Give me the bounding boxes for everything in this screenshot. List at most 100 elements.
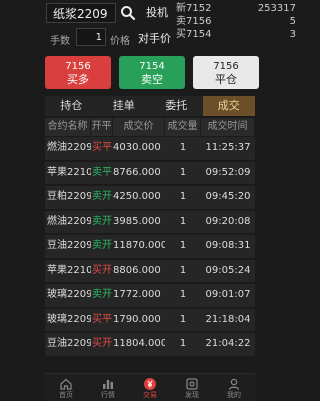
row-action: 买平 — [92, 142, 112, 153]
row-price: 1790.000 — [113, 313, 161, 325]
tab-trades[interactable]: 成交 — [202, 96, 255, 116]
nav-home-label: 首页 — [59, 391, 73, 399]
close-label: 平仓 — [215, 73, 237, 86]
yuan-coin-icon — [144, 378, 156, 390]
order-panel: 纸浆2209 投机 新7152 253317 卖7156 5 买7154 3 手… — [0, 0, 300, 50]
buy-price: 7156 — [65, 61, 91, 72]
row-contract: 豆油2209 — [47, 338, 91, 349]
row-action: 卖开 — [92, 289, 112, 300]
row-time: 09:05:24 — [205, 264, 251, 276]
table-row[interactable]: 豆油2209 买开 11804.000 1 21:04:22 — [45, 333, 255, 356]
row-action: 买开 — [92, 264, 112, 276]
row-action: 买平 — [92, 313, 112, 325]
volume: 253317 — [257, 3, 296, 14]
row-time: 09:01:07 — [205, 289, 251, 300]
row-time: 21:18:04 — [205, 313, 251, 325]
row-contract: 苹果2210 — [47, 166, 91, 178]
bottom-nav: 首页 行情 交易 发现 我的 — [45, 373, 255, 401]
nav-trade[interactable]: 交易 — [129, 374, 171, 401]
sell-label: 卖空 — [141, 73, 163, 86]
row-contract: 玻璃2209 — [47, 313, 91, 325]
bid-label: 买 — [176, 29, 186, 40]
row-time: 21:04:22 — [205, 338, 251, 349]
header-price: 成交价 — [113, 118, 165, 136]
sell-short-button[interactable]: 7154 卖空 — [119, 56, 185, 89]
row-contract: 豆油2209 — [47, 240, 91, 251]
row-time: 11:25:37 — [205, 142, 251, 153]
qty-label: 手数 — [50, 36, 70, 47]
quote-bid-row: 买7154 3 — [176, 28, 296, 41]
contract-input[interactable]: 纸浆2209 — [46, 3, 116, 23]
row-price: 8806.000 — [113, 264, 161, 276]
close-position-button[interactable]: 7156 平仓 — [193, 56, 259, 89]
search-button[interactable] — [118, 3, 138, 23]
row-qty: 1 — [179, 191, 187, 202]
table-row[interactable]: 燃油2209 卖开 3985.000 1 09:20:08 — [45, 210, 255, 233]
buy-long-button[interactable]: 7156 买多 — [45, 56, 111, 89]
nav-home[interactable]: 首页 — [45, 374, 87, 401]
row-action: 卖平 — [92, 166, 112, 178]
tab-orders[interactable]: 委托 — [150, 96, 203, 116]
ask-label: 卖 — [176, 16, 186, 27]
row-price: 11804.000 — [113, 338, 165, 349]
row-contract: 苹果2210 — [47, 264, 91, 276]
close-price: 7156 — [213, 61, 239, 72]
header-contract: 合约名称 — [45, 118, 91, 136]
nav-discover[interactable]: 发现 — [171, 374, 213, 401]
row-price: 3985.000 — [113, 215, 161, 227]
qty-input[interactable]: 1 — [76, 28, 106, 46]
row-qty: 1 — [179, 289, 187, 300]
nav-mine-label: 我的 — [227, 391, 241, 399]
nav-discover-label: 发现 — [185, 391, 199, 399]
row-price: 11870.000 — [113, 240, 165, 251]
tab-bar: 持仓 挂单 委托 成交 — [45, 96, 255, 116]
ask-qty: 5 — [289, 16, 296, 27]
buy-label: 买多 — [67, 73, 89, 86]
row-time: 09:08:31 — [205, 240, 251, 251]
row-price: 4250.000 — [113, 191, 161, 202]
home-icon — [60, 378, 72, 390]
table-row[interactable]: 燃油2209 买平 4030.000 1 11:25:37 — [45, 137, 255, 160]
row-qty: 1 — [179, 338, 187, 349]
price-label: 价格 — [110, 36, 130, 47]
row-contract: 豆粕2209 — [47, 191, 91, 202]
row-price: 4030.000 — [113, 142, 161, 153]
row-time: 09:45:20 — [205, 191, 251, 202]
hedge-type-button[interactable]: 投机 — [142, 3, 172, 23]
table-row[interactable]: 苹果2210 买开 8806.000 1 09:05:24 — [45, 259, 255, 282]
discover-icon — [186, 378, 198, 390]
row-qty: 1 — [179, 166, 187, 178]
nav-market[interactable]: 行情 — [87, 374, 129, 401]
nav-mine[interactable]: 我的 — [213, 374, 255, 401]
table-row[interactable]: 苹果2210 卖平 8766.000 1 09:52:09 — [45, 161, 255, 184]
row-qty: 1 — [179, 215, 187, 227]
tab-pending[interactable]: 挂单 — [98, 96, 151, 116]
row-price: 1772.000 — [113, 289, 161, 300]
quote-latest-row: 新7152 253317 — [176, 2, 296, 15]
row-action: 买开 — [92, 338, 112, 349]
header-time: 成交时间 — [201, 118, 255, 136]
row-contract: 燃油2209 — [47, 142, 91, 153]
table-row[interactable]: 玻璃2209 卖开 1772.000 1 09:01:07 — [45, 284, 255, 307]
row-qty: 1 — [179, 240, 187, 251]
table-row[interactable]: 豆油2209 卖开 11870.000 1 09:08:31 — [45, 235, 255, 258]
quote-ask-row: 卖7156 5 — [176, 15, 296, 28]
bid-qty: 3 — [289, 29, 296, 40]
table-row[interactable]: 豆粕2209 卖开 4250.000 1 09:45:20 — [45, 186, 255, 209]
trades-table-header: 合约名称 开平 成交价 成交量 成交时间 — [45, 118, 255, 136]
row-action: 卖开 — [92, 191, 112, 202]
latest-price: 7152 — [186, 3, 212, 14]
table-row[interactable]: 玻璃2209 买平 1790.000 1 21:18:04 — [45, 308, 255, 331]
nav-trade-label: 交易 — [143, 391, 157, 399]
trades-table-body: 燃油2209 买平 4030.000 1 11:25:37 苹果2210 卖平 8766.00… — [45, 137, 255, 358]
search-icon — [121, 6, 136, 21]
row-contract: 燃油2209 — [47, 215, 91, 227]
tab-positions[interactable]: 持仓 — [45, 96, 98, 116]
row-action: 卖开 — [92, 240, 112, 251]
row-time: 09:20:08 — [205, 215, 251, 227]
nav-market-label: 行情 — [101, 391, 115, 399]
chart-bar-icon — [103, 380, 113, 389]
row-time: 09:52:09 — [205, 166, 251, 178]
price-type-select[interactable]: 对手价 — [138, 30, 171, 46]
row-qty: 1 — [179, 313, 187, 325]
